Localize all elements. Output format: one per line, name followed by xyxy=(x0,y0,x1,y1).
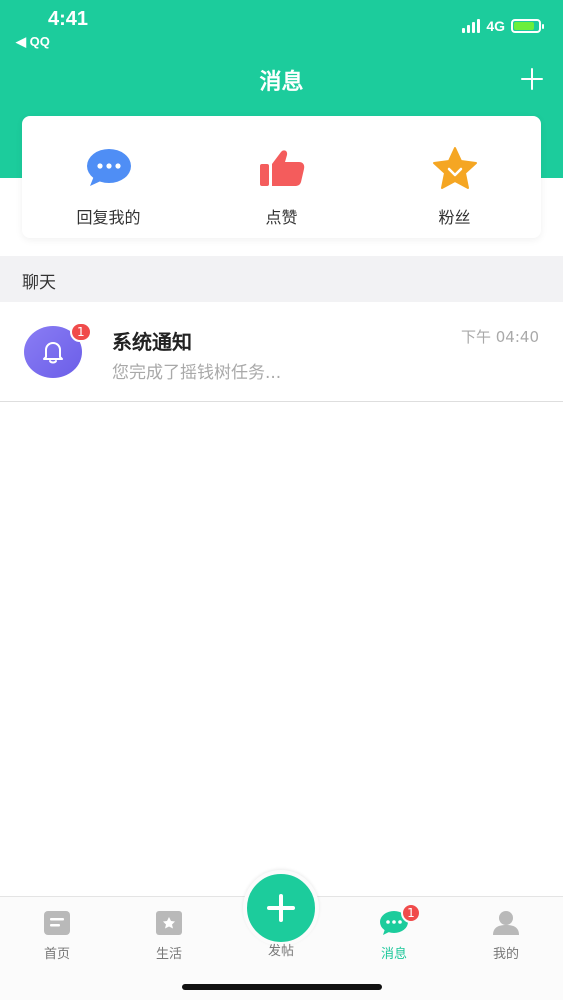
status-indicators: 4G xyxy=(462,18,544,34)
back-to-app-link[interactable]: ◀ QQ xyxy=(16,34,50,50)
bell-icon xyxy=(43,342,63,364)
quick-action-label: 点赞 xyxy=(265,208,298,227)
tab-badge: 1 xyxy=(401,903,421,923)
user-icon xyxy=(491,909,521,937)
chat-preview: 您完成了摇钱树任务... xyxy=(112,363,282,383)
chat-section-header: 聊天 xyxy=(0,256,563,302)
tab-label: 消息 xyxy=(380,947,407,962)
tab-label: 生活 xyxy=(155,947,182,962)
thumbs-up-icon xyxy=(258,146,306,190)
quick-action-fans[interactable]: 粉丝 xyxy=(368,116,541,238)
unread-badge: 1 xyxy=(70,322,92,342)
signal-icon xyxy=(462,19,481,33)
network-type: 4G xyxy=(486,18,505,34)
section-title: 聊天 xyxy=(22,273,56,293)
quick-action-replies[interactable]: 回复我的 xyxy=(22,116,195,238)
quick-actions-card: 回复我的 点赞 粉丝 xyxy=(22,116,541,238)
battery-icon xyxy=(511,19,544,33)
chat-time: 下午 04:40 xyxy=(461,328,539,346)
plus-icon[interactable] xyxy=(519,66,545,92)
status-time: 4:41 xyxy=(48,8,89,30)
new-post-button[interactable] xyxy=(243,870,319,946)
tab-label: 首页 xyxy=(43,947,70,962)
home-indicator xyxy=(182,984,382,990)
page-title: 消息 xyxy=(259,70,304,95)
star-icon xyxy=(431,146,479,190)
message-bubble-icon: 1 xyxy=(379,903,421,937)
quick-action-label: 回复我的 xyxy=(76,208,141,227)
life-bookmark-icon xyxy=(154,909,184,937)
tab-life[interactable]: 生活 xyxy=(124,909,214,962)
tab-messages[interactable]: 1 消息 xyxy=(349,903,439,962)
chat-name: 系统通知 xyxy=(112,330,192,354)
tab-home[interactable]: 首页 xyxy=(12,909,102,962)
status-bar: 4:41 ◀ QQ 4G xyxy=(0,0,563,56)
quick-action-label: 粉丝 xyxy=(438,208,471,227)
home-doc-icon xyxy=(42,909,72,937)
chat-bubble-icon xyxy=(85,146,133,190)
chat-item-system-notification[interactable]: 1 系统通知 您完成了摇钱树任务... 下午 04:40 xyxy=(0,302,563,402)
tab-label: 发帖 xyxy=(267,944,294,959)
quick-action-likes[interactable]: 点赞 xyxy=(195,116,368,238)
tab-profile[interactable]: 我的 xyxy=(461,909,551,962)
tab-label: 我的 xyxy=(492,947,519,962)
